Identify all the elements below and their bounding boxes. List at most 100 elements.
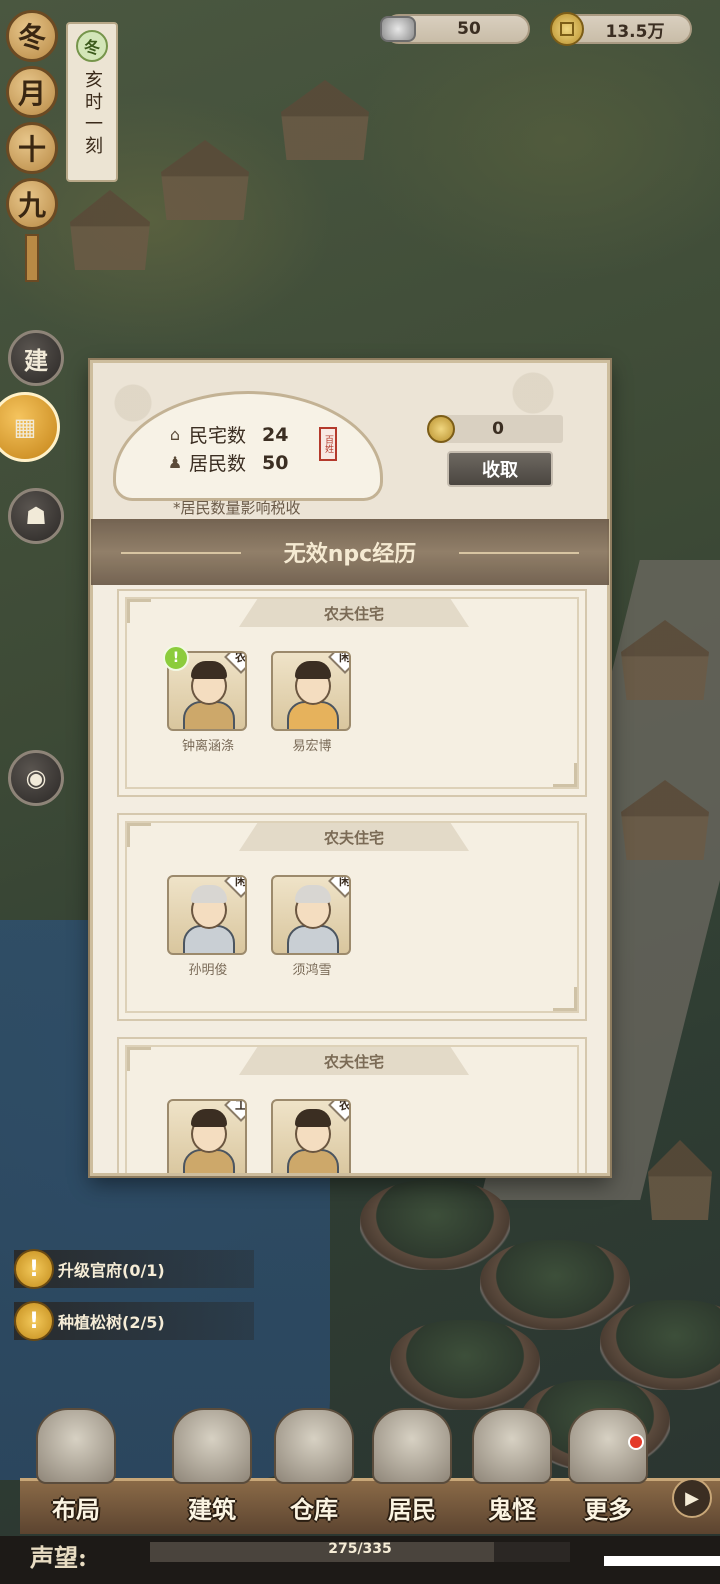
nav-residents[interactable]: 居民 [362,1408,462,1534]
job-tag: 闲 [328,653,349,674]
silver-counter[interactable]: 50 [380,14,530,44]
corner-ornament [127,599,151,623]
nav-layout[interactable]: 布局 [26,1408,126,1534]
nav-label: 鬼怪 [488,1495,536,1524]
camera-button[interactable]: ◉ [8,750,64,806]
tax-amount: 0 [492,419,504,439]
housing-label: 民宅数 [189,425,247,447]
date-char: 九 [6,178,58,230]
resident-name: 钟离涵涤 [181,739,234,754]
warehouse-icon [274,1408,354,1484]
map-field[interactable] [390,1320,540,1410]
ghost-icon [472,1408,552,1484]
house-card: 农夫住宅 ! 农 钟离涵涤 闲 易宏博 [117,589,587,797]
quest-plant-pine[interactable]: ! 种植松树(2/5) [14,1301,254,1341]
corner-ornament [553,763,577,787]
job-tag: 闲 [328,875,351,898]
nav-more[interactable]: 更多 [558,1408,658,1534]
seal-stamp: 百姓 [319,427,337,461]
cards-icon: ▦ [13,413,37,441]
modal-header: ⌂ 民宅数 24 ♟ 居民数 50 百姓 *居民数量影响税收 0 收取 [93,363,607,523]
camera-icon: ◉ [25,764,47,792]
resident-portrait: 闲 [271,651,351,731]
map-field[interactable] [360,1180,510,1270]
house-card: 农夫住宅 工 农 [117,1037,587,1173]
tax-note: *居民数量影响税收 [173,499,301,517]
calendar-column[interactable]: 冬 月 十 九 [6,10,62,282]
job-tag: 工 [224,1099,247,1122]
job-tag: 农 [224,651,247,674]
job-tag: 闲 [224,875,247,898]
nav-building[interactable]: 建筑 [162,1408,262,1534]
resident-portrait: 闲 [167,875,247,955]
nav-label: 仓库 [290,1495,338,1524]
reputation-label: 声望: [30,1543,87,1572]
nav-label: 居民 [388,1495,436,1524]
time-of-day: 亥时一刻 [82,70,103,158]
portrait-body [287,701,339,729]
house-icon: ⌂ [169,425,181,444]
job-tag-label: 农 [234,651,247,664]
invalid-npc-banner: 无效npc经历 [91,519,609,585]
portrait-hair [191,1109,227,1127]
house-title: 农夫住宅 [239,599,469,627]
job-tag: 农 [328,1099,351,1122]
resident-portrait: 工 [167,1099,247,1173]
resident-count: 50 [262,451,289,474]
residents-modal: ⌂ 民宅数 24 ♟ 居民数 50 百姓 *居民数量影响税收 0 收取 无效np… [90,360,610,1176]
portrait-hair [295,1109,331,1127]
building-icon [172,1408,252,1484]
house-title: 农夫住宅 [239,823,469,851]
resident-card[interactable]: 农 [271,1099,353,1173]
portrait-hair [295,661,331,679]
map-field[interactable] [600,1300,720,1390]
resident-portrait: 农 [271,1099,351,1173]
season-time-tag: 冬 亥时一刻 [66,22,118,182]
nav-ghosts[interactable]: 鬼怪 [462,1408,562,1534]
portrait-body [183,701,235,729]
resident-card[interactable]: ! 农 钟离涵涤 [163,645,249,754]
house-card: 农夫住宅 闲 孙明俊 闲 须鸿雪 [117,813,587,1021]
job-tag-label: 闲 [234,875,247,888]
job-tag-label: 农 [338,1099,351,1112]
nav-warehouse[interactable]: 仓库 [264,1408,364,1534]
notification-dot [628,1434,644,1450]
quest-upgrade-office[interactable]: ! 升级官府(0/1) [14,1249,254,1289]
date-char: 月 [6,66,58,118]
nav-label: 建筑 [188,1495,236,1524]
resident-card[interactable]: 闲 须鸿雪 [271,875,353,978]
resident-card[interactable]: 工 [167,1099,249,1173]
layout-icon [36,1408,116,1484]
exclamation-icon: ! [14,1301,54,1341]
resident-name: 易宏博 [292,739,332,754]
copper-coin-icon [427,415,455,443]
resident-card[interactable]: 闲 易宏博 [271,651,353,754]
home-indicator [604,1556,720,1566]
play-arrow-icon[interactable]: ▶ [672,1478,712,1518]
resident-portrait: 闲 [271,875,351,955]
date-char: 十 [6,122,58,174]
resident-stat: ♟ 居民数 50 [165,449,289,476]
map-field[interactable] [480,1240,630,1330]
portrait-hair [295,885,331,903]
person-icon: ♟ [167,453,183,472]
nav-label: 更多 [584,1495,632,1524]
job-tag-label: 闲 [338,875,351,888]
resident-name: 须鸿雪 [292,963,332,978]
collect-button[interactable]: 收取 [447,451,553,487]
resident-card[interactable]: 闲 孙明俊 [167,875,249,978]
housing-stat: ⌂ 民宅数 24 [165,421,289,448]
character-icon: ☗ [25,502,47,530]
housing-count: 24 [262,423,289,446]
house-list[interactable]: 农夫住宅 ! 农 钟离涵涤 闲 易宏博 农夫住宅 闲 孙明俊 闲 须鸿雪 农夫住… [117,589,587,1173]
resident-label: 居民数 [189,453,247,475]
corner-ornament [553,987,577,1011]
residents-icon [372,1408,452,1484]
build-button[interactable]: 建 [8,330,64,386]
coin-counter[interactable]: 13.5万 [550,12,692,46]
job-tag-label: 工 [234,1099,247,1112]
portrait-body [183,925,235,953]
character-button[interactable]: ☗ [8,488,64,544]
corner-ornament [127,823,151,847]
silver-ingot-icon [380,16,416,42]
